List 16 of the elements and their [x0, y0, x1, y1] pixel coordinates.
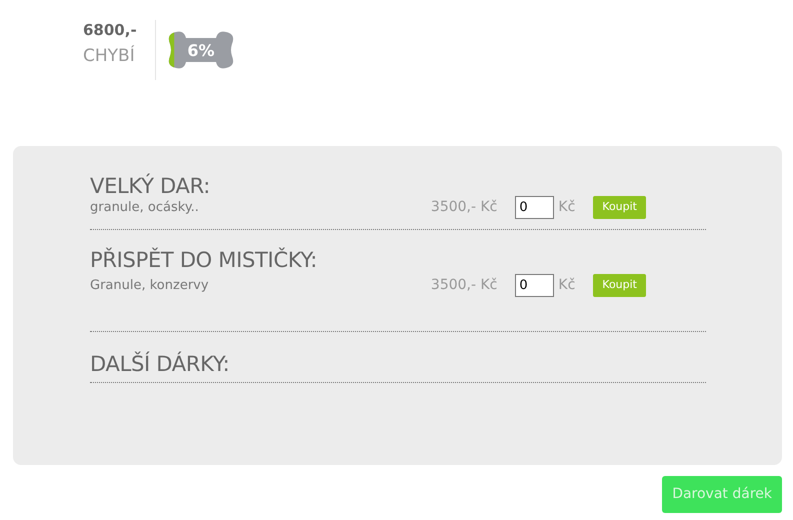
item-description: granule, ocásky..: [90, 198, 200, 217]
donate-button[interactable]: Darovat dárek: [662, 476, 782, 513]
currency-text: Kč: [558, 276, 576, 295]
price-text: 3500,- Kč: [430, 198, 498, 217]
section-title: DALŠÍ DÁRKY:: [90, 350, 230, 378]
section-title: PŘISPĚT DO MISTIČKY:: [90, 246, 318, 274]
buy-button[interactable]: Koupit: [593, 274, 646, 297]
buy-button[interactable]: Koupit: [593, 196, 646, 219]
section-title: VELKÝ DAR:: [90, 172, 212, 200]
amount-text: 6800,-: [83, 20, 137, 40]
missing-label: CHYBÍ: [83, 44, 136, 68]
item-description: Granule, konzervy: [90, 276, 210, 295]
quantity-input[interactable]: 0: [515, 274, 554, 297]
currency-text: Kč: [558, 198, 576, 217]
quantity-input[interactable]: 0: [515, 196, 554, 219]
price-text: 3500,- Kč: [430, 276, 498, 295]
